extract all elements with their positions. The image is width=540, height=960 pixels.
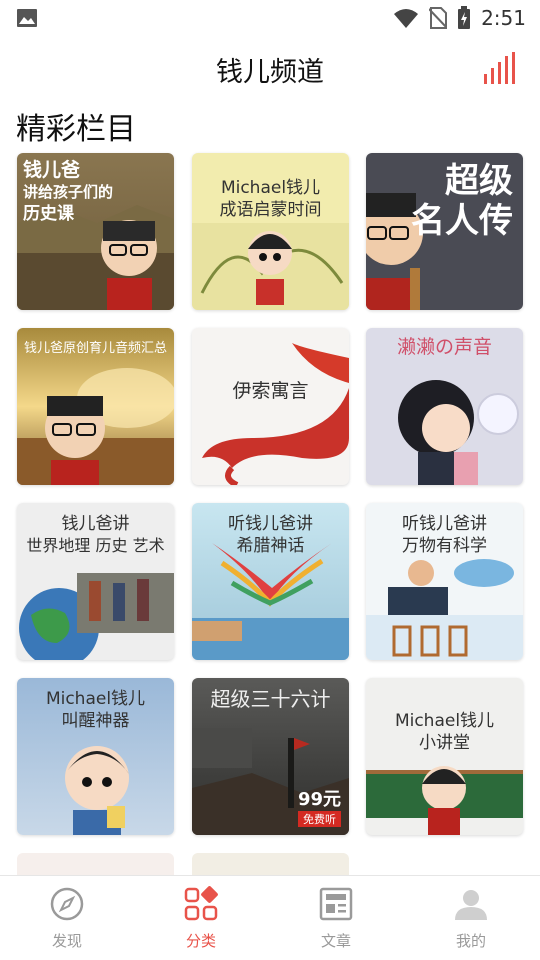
price: 99元 — [297, 789, 341, 810]
nav-articles[interactable]: 文章 — [286, 886, 386, 956]
program-card-history[interactable]: 钱儿爸 讲给孩子们的 历史课 — [17, 153, 174, 310]
card-title-line: 伊索寓言 — [232, 380, 309, 402]
program-card-lecture[interactable]: Michael钱儿 小讲堂 — [366, 678, 523, 835]
nav-label: 文章 — [320, 932, 351, 950]
category-icon — [184, 886, 218, 921]
compass-icon — [50, 887, 84, 921]
card-title-line: 听钱儿爸讲 — [402, 514, 487, 534]
wifi-icon — [394, 9, 419, 28]
program-card-aesop[interactable]: 伊索寓言 — [192, 328, 349, 485]
program-card-voice[interactable]: 濑濑の声音 — [366, 328, 523, 485]
program-card-idiom[interactable]: Michael钱儿 成语启蒙时间 — [192, 153, 349, 310]
card-title-line: 超级三十六计 — [210, 687, 331, 711]
program-card-biography[interactable]: 超级 名人传 — [366, 153, 523, 310]
fox-illustration — [202, 343, 349, 485]
card-title-line: 世界地理 历史 艺术 — [26, 536, 165, 555]
card-title-line: 讲给孩子们的 — [23, 183, 114, 201]
profile-icon — [455, 890, 487, 920]
free-listen-label: 免费听 — [297, 811, 341, 827]
card-title-line: 历史课 — [23, 204, 74, 224]
page-title: 钱儿频道 — [216, 57, 324, 88]
program-card-parenting-audio[interactable]: 钱儿爸原创育儿音频汇总 — [17, 328, 174, 485]
card-title-line: 叫醒神器 — [61, 711, 130, 731]
program-card-greek-myth[interactable]: 听钱儿爸讲 希腊神话 — [192, 503, 349, 660]
card-title-line: 濑濑の声音 — [396, 336, 492, 358]
card-title-line: 超级 — [445, 161, 513, 201]
bottom-nav: 发现 分类 文章 我的 — [0, 875, 540, 960]
nav-category[interactable]: 分类 — [151, 886, 251, 956]
card-title-line: Michael钱儿 — [45, 689, 146, 709]
card-title-line: 小讲堂 — [419, 733, 470, 753]
nav-discover[interactable]: 发现 — [17, 886, 117, 956]
program-card-geography[interactable]: 钱儿爸讲 世界地理 历史 艺术 — [17, 503, 174, 660]
card-title-line: Michael钱儿 — [220, 178, 321, 198]
battery-charging-icon — [458, 6, 471, 29]
nav-profile[interactable]: 我的 — [421, 886, 521, 956]
card-title-line: 听钱儿爸讲 — [228, 514, 313, 534]
card-title-line: 成语启蒙时间 — [219, 200, 322, 220]
card-title-line: 钱儿爸 — [23, 159, 81, 181]
nav-label: 发现 — [51, 932, 82, 950]
app-header: 钱儿频道 — [0, 42, 540, 96]
program-card-36-stratagems[interactable]: 超级三十六计 99元 免费听 — [192, 678, 349, 835]
no-sim-icon — [429, 7, 448, 29]
program-card-wakeup[interactable]: Michael钱儿 叫醒神器 — [17, 678, 174, 835]
status-bar: 2:51 — [0, 0, 540, 36]
nav-label: 我的 — [455, 932, 486, 950]
lecture-illustration — [366, 766, 523, 835]
section-title: 精彩栏目 — [16, 112, 136, 147]
card-title-line: 希腊神话 — [236, 536, 305, 556]
card-title-line: 钱儿爸原创育儿音频汇总 — [23, 341, 167, 356]
bar-chart-icon[interactable] — [482, 50, 516, 86]
price-badge: 99元 免费听 — [297, 785, 341, 827]
card-title-line: Michael钱儿 — [394, 711, 495, 731]
nav-label: 分类 — [185, 932, 216, 950]
card-title-line: 钱儿爸讲 — [61, 514, 130, 534]
program-card-science[interactable]: 听钱儿爸讲 万物有科学 — [366, 503, 523, 660]
article-icon — [319, 887, 353, 921]
clock: 2:51 — [481, 6, 526, 30]
image-notification-icon — [17, 9, 37, 27]
card-title-line: 万物有科学 — [402, 536, 487, 556]
card-title-line: 名人传 — [411, 201, 513, 241]
